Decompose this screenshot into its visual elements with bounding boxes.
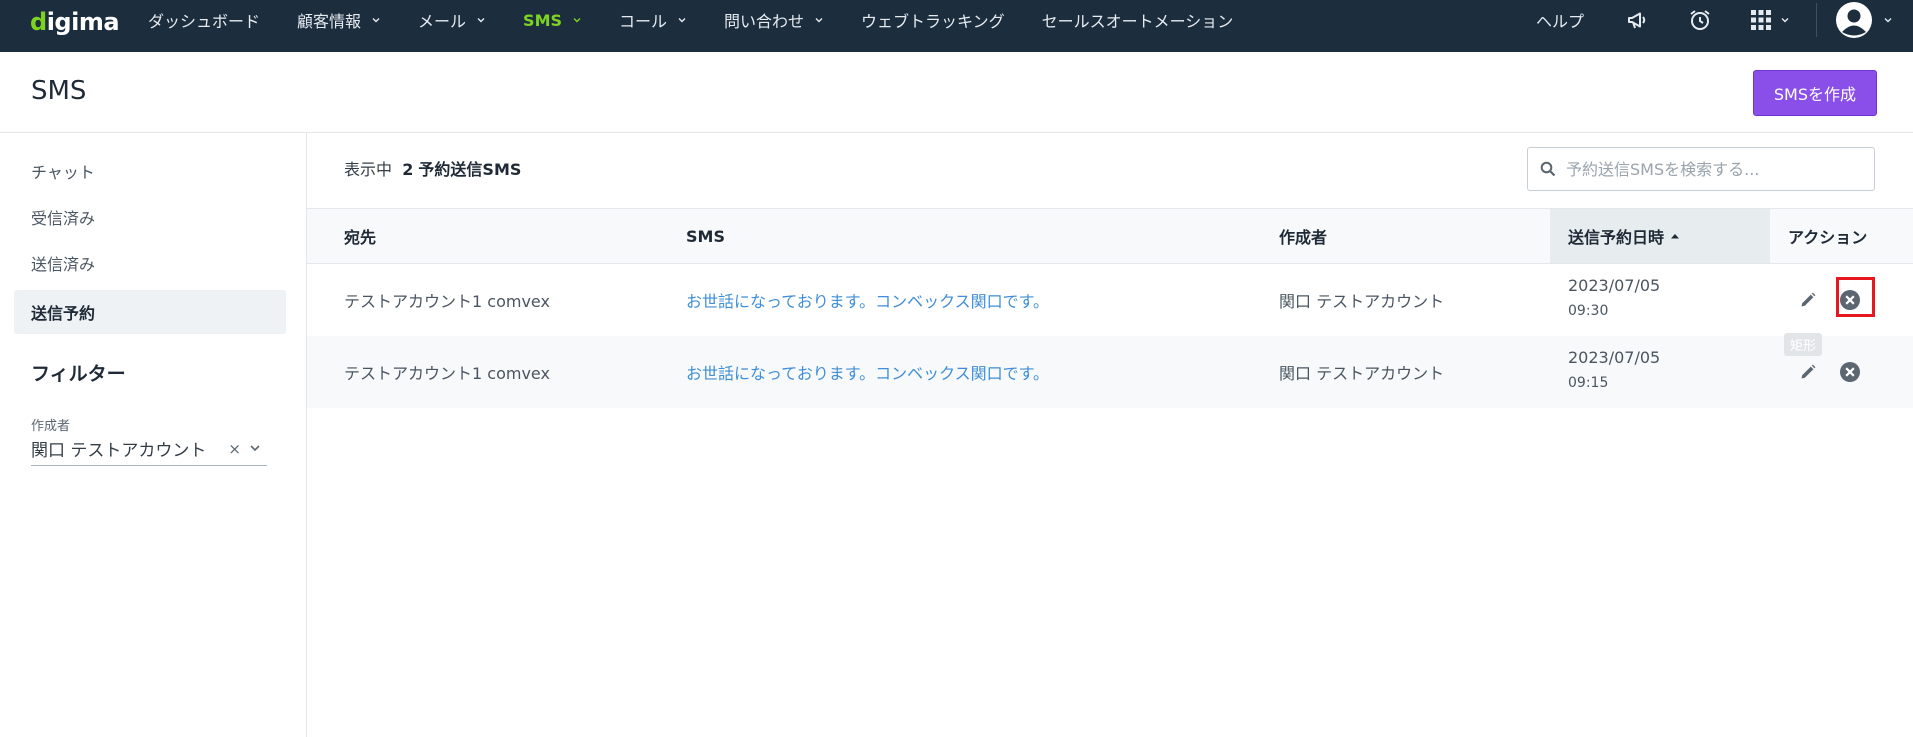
row-date: 2023/07/05 [1568, 276, 1661, 295]
search-box[interactable] [1527, 147, 1875, 191]
row-sms-link[interactable]: お世話になっております。コンベックス関口です。 [686, 264, 1049, 336]
row-author: 関口 テストアカウント [1279, 292, 1445, 311]
search-icon [1540, 161, 1556, 177]
column-actions: アクション [1788, 228, 1868, 247]
results-count: 表示中 2 予約送信SMS [344, 156, 521, 180]
nav-sms[interactable]: SMS [523, 11, 582, 30]
chevron-down-icon [815, 18, 823, 23]
nav-mail[interactable]: メール [418, 8, 486, 32]
create-sms-button[interactable]: SMSを作成 [1752, 70, 1877, 116]
sidebar-item-label: 送信予約 [31, 304, 96, 323]
sidebar-item-label: 送信済み [31, 255, 96, 274]
chevron-down-icon[interactable] [249, 443, 261, 453]
row-recipient[interactable]: テストアカウント1 comvex [344, 336, 550, 408]
sidebar-item-received[interactable]: 受信済み [14, 195, 286, 239]
chevron-down-icon [1884, 18, 1892, 23]
help-link[interactable]: ヘルプ [1536, 8, 1584, 32]
nav-dashboard[interactable]: ダッシュボード [148, 8, 260, 32]
nav-customers[interactable]: 顧客情報 [297, 8, 381, 32]
nav-inquiry-label: 問い合わせ [724, 12, 805, 31]
logo-dot: d [30, 8, 47, 36]
results-suffix: 予約送信SMS [418, 160, 522, 179]
column-author[interactable]: 作成者 [1279, 209, 1327, 263]
results-prefix: 表示中 [344, 160, 393, 179]
cancel-icon[interactable] [1838, 360, 1862, 384]
top-nav-bar: digima ダッシュボード 顧客情報 メール SMS コール 問い合わせ ウェ… [0, 0, 1913, 52]
table-row: テストアカウント1 comvex お世話になっております。コンベックス関口です。… [307, 264, 1913, 336]
nav-divider [1816, 3, 1817, 37]
main-nav: ダッシュボード 顧客情報 メール SMS コール 問い合わせ ウェブトラッキング… [148, 0, 1270, 40]
row-sms-link[interactable]: お世話になっております。コンベックス関口です。 [686, 336, 1049, 408]
user-menu[interactable] [1835, 1, 1893, 39]
sidebar-item-label: 受信済み [31, 209, 96, 228]
chevron-down-icon [1781, 18, 1789, 23]
row-scheduled-time: 2023/07/05 09:15 [1568, 348, 1660, 391]
tooltip: 矩形 [1784, 333, 1823, 356]
table-row: テストアカウント1 comvex お世話になっております。コンベックス関口です。… [307, 333, 1913, 408]
row-author: 関口 テストアカウント [1279, 364, 1445, 383]
row-time: 09:15 [1568, 375, 1609, 391]
nav-sales-automation[interactable]: セールスオートメーション [1042, 8, 1234, 32]
highlight-box [1836, 277, 1875, 317]
megaphone-icon[interactable] [1626, 8, 1650, 32]
sidebar: チャット 受信済み 送信済み 送信予約 フィルター 作成者 関口 テストアカウン… [0, 133, 307, 737]
sort-ascending-icon [1671, 234, 1680, 239]
row-recipient[interactable]: テストアカウント1 comvex [344, 264, 550, 336]
nav-web-tracking-label: ウェブトラッキング [861, 12, 1005, 31]
nav-inquiry[interactable]: 問い合わせ [724, 8, 824, 32]
column-recipient[interactable]: 宛先 [344, 209, 376, 263]
column-scheduled-time[interactable]: 送信予約日時 [1550, 209, 1770, 263]
nav-customers-label: 顧客情報 [297, 12, 362, 31]
nav-dashboard-label: ダッシュボード [148, 12, 261, 31]
chevron-down-icon [678, 18, 686, 23]
row-date: 2023/07/05 [1568, 348, 1661, 367]
logo-text: igima [46, 8, 120, 36]
results-number: 2 [402, 160, 414, 179]
table-header: 宛先 SMS 作成者 送信予約日時 アクション [307, 208, 1913, 264]
digima-logo[interactable]: digima [30, 8, 120, 36]
edit-icon[interactable] [1796, 288, 1820, 312]
apps-grid-icon [1751, 10, 1771, 30]
filter-clear-icon[interactable]: × [228, 440, 241, 458]
sidebar-item-sent[interactable]: 送信済み [14, 241, 286, 285]
row-scheduled-time: 2023/07/05 09:30 [1568, 276, 1660, 319]
sidebar-item-label: チャット [31, 163, 95, 182]
user-avatar-icon [1836, 2, 1872, 38]
nav-right-tools: ヘルプ [1536, 0, 1913, 40]
main-content: 表示中 2 予約送信SMS 宛先 SMS 作成者 送信予約日時 アクション テス… [307, 133, 1913, 737]
nav-web-tracking[interactable]: ウェブトラッキング [861, 8, 1005, 32]
chevron-down-icon [477, 18, 485, 23]
sidebar-item-scheduled[interactable]: 送信予約 [14, 290, 286, 334]
apps-menu[interactable] [1750, 9, 1790, 31]
nav-call[interactable]: コール [619, 8, 687, 32]
page-title: SMS [31, 76, 87, 106]
filter-author-value: 関口 テストアカウント [31, 440, 207, 461]
column-scheduled-time-label: 送信予約日時 [1568, 228, 1665, 247]
column-sms[interactable]: SMS [686, 209, 725, 263]
row-time: 09:30 [1568, 303, 1609, 319]
nav-call-label: コール [619, 12, 668, 31]
filter-author-select[interactable]: 関口 テストアカウント × [31, 431, 267, 466]
nav-mail-label: メール [418, 12, 467, 31]
chevron-down-icon [573, 18, 581, 23]
search-input[interactable] [1564, 158, 1858, 180]
filter-title: フィルター [31, 363, 126, 385]
page-header: SMS SMSを作成 [0, 52, 1913, 133]
nav-sales-automation-label: セールスオートメーション [1041, 12, 1234, 31]
chevron-down-icon [372, 18, 380, 23]
edit-icon[interactable] [1796, 360, 1820, 384]
alarm-clock-icon[interactable] [1688, 8, 1712, 32]
nav-sms-label: SMS [523, 10, 563, 30]
sidebar-item-chat[interactable]: チャット [14, 149, 286, 193]
